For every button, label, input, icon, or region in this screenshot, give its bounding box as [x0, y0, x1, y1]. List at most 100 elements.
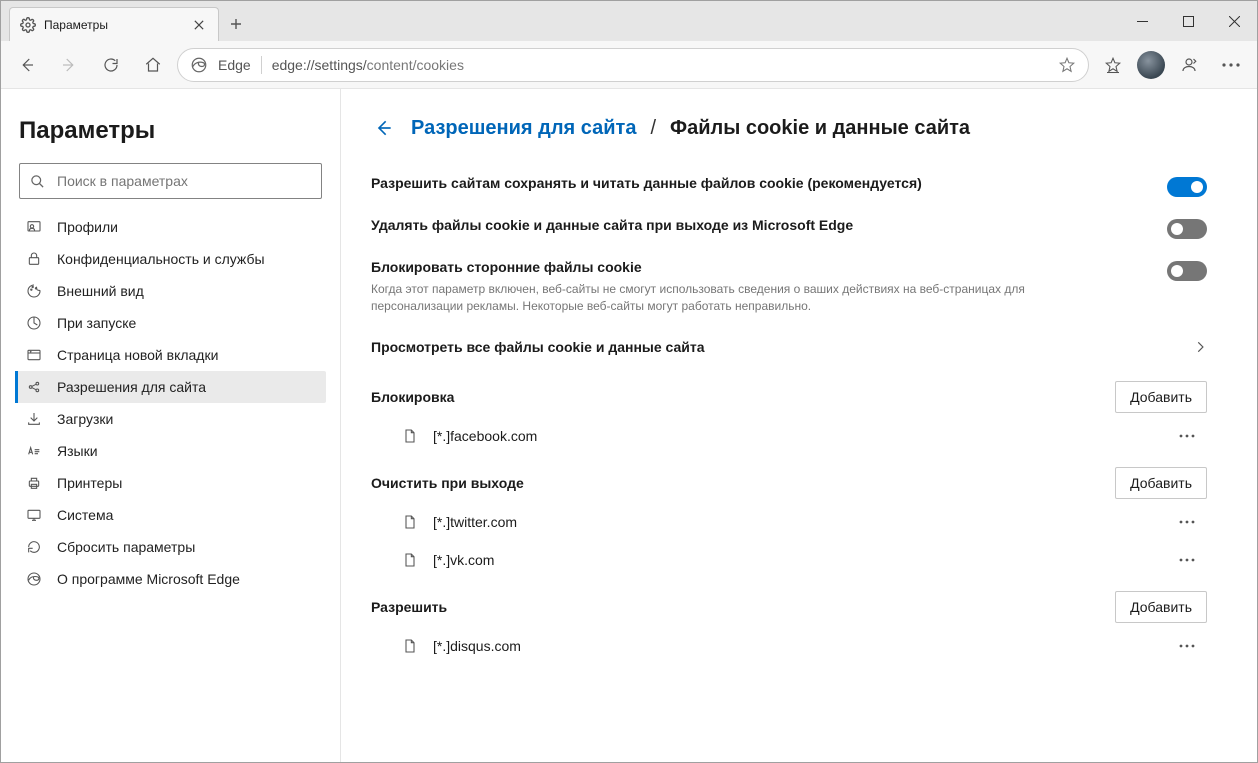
download-icon	[25, 410, 43, 428]
refresh-button[interactable]	[93, 47, 129, 83]
sidebar-item-label: Разрешения для сайта	[57, 379, 206, 395]
sidebar-title: Параметры	[19, 117, 326, 145]
sidebar-item[interactable]: Профили	[15, 211, 326, 243]
setting-clear-on-exit: Удалять файлы cookie и данные сайта при …	[371, 207, 1207, 249]
clear-add-button[interactable]: Добавить	[1115, 467, 1207, 499]
sidebar-item-label: При запуске	[57, 315, 136, 331]
setting-label: Блокировать сторонние файлы cookie	[371, 259, 1151, 275]
sidebar-item[interactable]: Страница новой вкладки	[15, 339, 326, 371]
toolbar: Edge edge://settings/content/cookies	[1, 41, 1257, 89]
window-maximize-button[interactable]	[1165, 1, 1211, 41]
breadcrumb-back-button[interactable]	[371, 115, 397, 141]
sidebar-item-label: Сбросить параметры	[57, 539, 195, 555]
tab-title: Параметры	[44, 18, 108, 32]
site-host: [*.]twitter.com	[433, 514, 1165, 530]
setting-allow-cookies-toggle[interactable]	[1167, 177, 1207, 197]
window-grid-icon	[25, 346, 43, 364]
breadcrumb-parent-link[interactable]: Разрешения для сайта	[411, 117, 636, 140]
breadcrumb-separator: /	[650, 117, 656, 140]
sidebar-item-label: Профили	[57, 219, 118, 235]
sidebar-item[interactable]: Разрешения для сайта	[15, 371, 326, 403]
sidebar-item-label: О программе Microsoft Edge	[57, 571, 240, 587]
profile-avatar[interactable]	[1137, 51, 1165, 79]
site-more-button[interactable]	[1179, 520, 1207, 524]
breadcrumb: Разрешения для сайта / Файлы cookie и да…	[371, 115, 1207, 141]
back-button[interactable]	[9, 47, 45, 83]
site-row: [*.]twitter.com	[371, 503, 1207, 541]
setting-block-third-party-toggle[interactable]	[1167, 261, 1207, 281]
permissions-icon	[25, 378, 43, 396]
block-add-button[interactable]: Добавить	[1115, 381, 1207, 413]
search-icon	[30, 174, 45, 189]
sidebar-nav: Профили Конфиденциальность и службы Внешни…	[15, 211, 326, 595]
favorites-button[interactable]	[1095, 47, 1131, 83]
sidebar-item-label: Конфиденциальность и службы	[57, 251, 265, 267]
site-more-button[interactable]	[1179, 434, 1207, 438]
sidebar: Параметры Профили Конфиденциальность и сл…	[1, 89, 341, 762]
section-title: Блокировка	[371, 389, 454, 405]
browser-window: Параметры Edge edge://settings/content/c…	[0, 0, 1258, 763]
app-menu-button[interactable]	[1213, 47, 1249, 83]
section-clear-header: Очистить при выходе Добавить	[371, 455, 1207, 503]
sidebar-item[interactable]: Сбросить параметры	[15, 531, 326, 563]
site-row: [*.]disqus.com	[371, 627, 1207, 665]
sidebar-item[interactable]: О программе Microsoft Edge	[15, 563, 326, 595]
favorite-star-icon[interactable]	[1058, 56, 1076, 74]
profile-switch-button[interactable]	[1171, 47, 1207, 83]
titlebar: Параметры	[1, 1, 1257, 41]
tab-close-button[interactable]	[190, 18, 208, 32]
setting-label: Разрешить сайтам сохранять и читать данн…	[371, 175, 1151, 191]
sidebar-item-label: Загрузки	[57, 411, 113, 427]
sidebar-item[interactable]: Система	[15, 499, 326, 531]
lock-icon	[25, 250, 43, 268]
sidebar-item-label: Страница новой вкладки	[57, 347, 218, 363]
browser-tab[interactable]: Параметры	[9, 7, 219, 41]
forward-button[interactable]	[51, 47, 87, 83]
sidebar-item[interactable]: Конфиденциальность и службы	[15, 243, 326, 275]
breadcrumb-current: Файлы cookie и данные сайта	[670, 117, 970, 140]
setting-label: Удалять файлы cookie и данные сайта при …	[371, 217, 1151, 233]
sidebar-item-label: Языки	[57, 443, 98, 459]
url-text: edge://settings/content/cookies	[272, 57, 1048, 73]
window-controls	[1119, 1, 1257, 41]
setting-clear-on-exit-toggle[interactable]	[1167, 219, 1207, 239]
site-more-button[interactable]	[1179, 558, 1207, 562]
sidebar-item-label: Внешний вид	[57, 283, 144, 299]
sidebar-item[interactable]: Загрузки	[15, 403, 326, 435]
site-host: [*.]facebook.com	[433, 428, 1165, 444]
sidebar-item[interactable]: Принтеры	[15, 467, 326, 499]
sidebar-item[interactable]: Внешний вид	[15, 275, 326, 307]
monitor-icon	[25, 506, 43, 524]
settings-search-input[interactable]	[55, 172, 311, 190]
settings-search[interactable]	[19, 163, 322, 199]
site-row: [*.]vk.com	[371, 541, 1207, 579]
allow-add-button[interactable]: Добавить	[1115, 591, 1207, 623]
section-block-header: Блокировка Добавить	[371, 369, 1207, 417]
site-host: [*.]disqus.com	[433, 638, 1165, 654]
printer-icon	[25, 474, 43, 492]
view-all-cookies-row[interactable]: Просмотреть все файлы cookie и данные са…	[371, 325, 1207, 369]
edge-logo-icon	[25, 570, 43, 588]
window-minimize-button[interactable]	[1119, 1, 1165, 41]
link-label: Просмотреть все файлы cookie и данные са…	[371, 339, 1193, 355]
section-allow-header: Разрешить Добавить	[371, 579, 1207, 627]
site-more-button[interactable]	[1179, 644, 1207, 648]
address-bar[interactable]: Edge edge://settings/content/cookies	[177, 48, 1089, 82]
setting-allow-cookies: Разрешить сайтам сохранять и читать данн…	[371, 165, 1207, 207]
addr-divider	[261, 56, 262, 74]
section-title: Очистить при выходе	[371, 475, 524, 491]
new-tab-button[interactable]	[219, 7, 253, 41]
content-body: Параметры Профили Конфиденциальность и сл…	[1, 89, 1257, 762]
file-icon	[401, 551, 419, 569]
chevron-right-icon	[1193, 340, 1207, 354]
profile-card-icon	[25, 218, 43, 236]
window-close-button[interactable]	[1211, 1, 1257, 41]
home-button[interactable]	[135, 47, 171, 83]
site-row: [*.]facebook.com	[371, 417, 1207, 455]
palette-icon	[25, 282, 43, 300]
setting-block-third-party: Блокировать сторонние файлы cookie Когда…	[371, 249, 1207, 325]
setting-description: Когда этот параметр включен, веб-сайты н…	[371, 281, 1111, 315]
sidebar-item[interactable]: Языки	[15, 435, 326, 467]
sidebar-item[interactable]: При запуске	[15, 307, 326, 339]
sidebar-item-label: Система	[57, 507, 113, 523]
